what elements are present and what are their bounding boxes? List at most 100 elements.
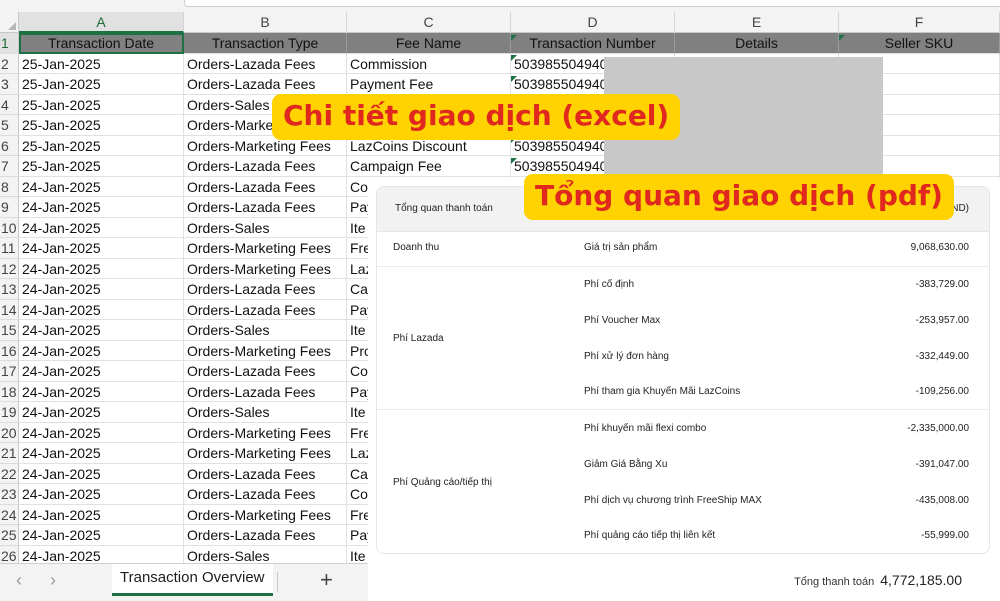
pdf-item-amount: -253,957.00 xyxy=(915,315,969,326)
row-number[interactable]: 12 xyxy=(0,258,19,279)
table-cell[interactable]: Orders-Sales xyxy=(184,320,347,341)
row-number[interactable]: 16 xyxy=(0,340,19,361)
table-cell[interactable]: 24-Jan-2025 xyxy=(19,484,184,505)
row-number[interactable]: 5 xyxy=(0,115,19,136)
table-cell[interactable]: Orders-Lazada Fees xyxy=(184,381,347,402)
header-cell[interactable]: Fee Name xyxy=(347,33,511,54)
table-cell[interactable]: Commission xyxy=(347,53,511,74)
row-number[interactable]: 4 xyxy=(0,94,19,115)
table-cell[interactable]: 24-Jan-2025 xyxy=(19,217,184,238)
table-cell[interactable]: Orders-Lazada Fees xyxy=(184,176,347,197)
row-number[interactable]: 21 xyxy=(0,443,19,464)
table-cell[interactable]: Orders-Lazada Fees xyxy=(184,299,347,320)
table-cell[interactable]: Orders-Marketing Fees xyxy=(184,422,347,443)
table-cell[interactable]: Orders-Marketing Fees xyxy=(184,443,347,464)
table-cell[interactable]: Orders-Lazada Fees xyxy=(184,53,347,74)
table-cell[interactable]: 24-Jan-2025 xyxy=(19,176,184,197)
table-cell[interactable]: 24-Jan-2025 xyxy=(19,320,184,341)
table-cell[interactable]: Orders-Lazada Fees xyxy=(184,74,347,95)
table-cell[interactable]: 25-Jan-2025 xyxy=(19,135,184,156)
table-cell[interactable]: 24-Jan-2025 xyxy=(19,279,184,300)
add-sheet-button[interactable]: + xyxy=(320,567,333,593)
pdf-item-name: Phí dịch vụ chương trình FreeShip MAX xyxy=(584,495,762,506)
row-number[interactable]: 19 xyxy=(0,402,19,423)
sheet-tab-transaction-overview[interactable]: Transaction Overview xyxy=(112,564,273,596)
row-number[interactable]: 13 xyxy=(0,279,19,300)
row-number[interactable]: 24 xyxy=(0,504,19,525)
column-header-d[interactable]: D xyxy=(511,12,675,33)
table-cell[interactable]: 24-Jan-2025 xyxy=(19,361,184,382)
table-cell[interactable]: 24-Jan-2025 xyxy=(19,238,184,259)
row-number[interactable]: 8 xyxy=(0,176,19,197)
table-cell[interactable]: Orders-Lazada Fees xyxy=(184,197,347,218)
table-cell[interactable]: 25-Jan-2025 xyxy=(19,115,184,136)
table-cell[interactable]: 25-Jan-2025 xyxy=(19,94,184,115)
table-cell[interactable]: 24-Jan-2025 xyxy=(19,463,184,484)
row-number[interactable]: 23 xyxy=(0,484,19,505)
row-number[interactable]: 7 xyxy=(0,156,19,177)
pdf-category: Phí Lazada xyxy=(393,333,444,344)
table-cell[interactable]: Orders-Lazada Fees xyxy=(184,463,347,484)
formula-bar[interactable] xyxy=(184,0,1000,7)
pdf-total: Tổng thanh toán 4,772,185.00 xyxy=(794,572,962,588)
table-cell[interactable]: Orders-Lazada Fees xyxy=(184,279,347,300)
table-cell[interactable]: Orders-Sales xyxy=(184,217,347,238)
table-cell[interactable]: Orders-Lazada Fees xyxy=(184,484,347,505)
row-number[interactable]: 1 xyxy=(0,33,19,54)
table-cell[interactable]: 24-Jan-2025 xyxy=(19,299,184,320)
row-number[interactable]: 10 xyxy=(0,217,19,238)
table-cell[interactable]: Orders-Lazada Fees xyxy=(184,361,347,382)
table-cell[interactable]: 24-Jan-2025 xyxy=(19,525,184,546)
row-number[interactable]: 6 xyxy=(0,135,19,156)
pdf-category: Doanh thu xyxy=(393,242,440,253)
pdf-row-divider xyxy=(377,266,989,267)
row-number[interactable]: 17 xyxy=(0,361,19,382)
row-number[interactable]: 15 xyxy=(0,320,19,341)
header-cell[interactable]: Seller SKU xyxy=(839,33,1000,54)
row-number[interactable]: 2 xyxy=(0,53,19,74)
table-cell[interactable]: Orders-Sales xyxy=(184,402,347,423)
row-number[interactable]: 3 xyxy=(0,74,19,95)
column-header-e[interactable]: E xyxy=(675,12,839,33)
header-cell[interactable]: Transaction Type xyxy=(184,33,347,54)
table-cell[interactable]: 25-Jan-2025 xyxy=(19,156,184,177)
table-cell[interactable]: Orders-Marketing Fees xyxy=(184,340,347,361)
row-number[interactable]: 22 xyxy=(0,463,19,484)
column-header-f[interactable]: F xyxy=(839,12,1000,33)
next-sheet-icon[interactable]: › xyxy=(50,570,56,591)
table-cell[interactable]: 24-Jan-2025 xyxy=(19,381,184,402)
row-number[interactable]: 18 xyxy=(0,381,19,402)
table-cell[interactable]: Orders-Marketing Fees xyxy=(184,238,347,259)
table-cell[interactable]: 24-Jan-2025 xyxy=(19,258,184,279)
table-cell[interactable]: 24-Jan-2025 xyxy=(19,504,184,525)
header-cell[interactable]: Transaction Date xyxy=(19,33,184,54)
header-cell[interactable]: Details xyxy=(675,33,839,54)
row-number[interactable]: 20 xyxy=(0,422,19,443)
column-header-a[interactable]: A xyxy=(19,12,184,33)
prev-sheet-icon[interactable]: ‹ xyxy=(16,570,22,591)
table-cell[interactable]: 24-Jan-2025 xyxy=(19,197,184,218)
table-cell[interactable]: Orders-Lazada Fees xyxy=(184,525,347,546)
pdf-item-amount: -109,256.00 xyxy=(915,386,969,397)
select-all-corner[interactable] xyxy=(0,12,19,33)
column-header-c[interactable]: C xyxy=(347,12,511,33)
row-number[interactable]: 9 xyxy=(0,197,19,218)
table-cell[interactable]: Campaign Fee xyxy=(347,156,511,177)
table-cell[interactable]: Payment Fee xyxy=(347,74,511,95)
table-cell[interactable]: Orders-Marketing Fees xyxy=(184,258,347,279)
pdf-item-name: Giá trị sản phẩm xyxy=(584,242,658,253)
row-number[interactable]: 25 xyxy=(0,525,19,546)
row-number[interactable]: 14 xyxy=(0,299,19,320)
table-cell[interactable]: Orders-Lazada Fees xyxy=(184,156,347,177)
pdf-item-amount: -435,008.00 xyxy=(915,495,969,506)
row-number[interactable]: 11 xyxy=(0,238,19,259)
header-cell[interactable]: Transaction Number xyxy=(511,33,675,54)
table-cell[interactable]: Orders-Marketing Fees xyxy=(184,504,347,525)
table-cell[interactable]: 25-Jan-2025 xyxy=(19,74,184,95)
column-header-b[interactable]: B xyxy=(184,12,347,33)
table-cell[interactable]: 25-Jan-2025 xyxy=(19,53,184,74)
table-cell[interactable]: 24-Jan-2025 xyxy=(19,422,184,443)
table-cell[interactable]: 24-Jan-2025 xyxy=(19,443,184,464)
table-cell[interactable]: 24-Jan-2025 xyxy=(19,402,184,423)
table-cell[interactable]: 24-Jan-2025 xyxy=(19,340,184,361)
